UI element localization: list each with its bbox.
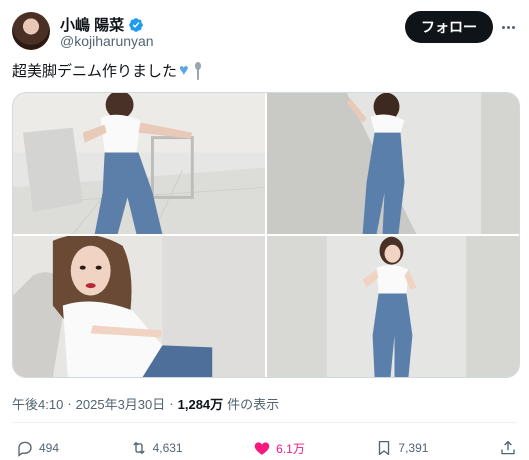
follow-button[interactable]: フォロー [405, 11, 493, 43]
tweet-text-body: 超美脚デニム作りました [12, 63, 178, 80]
tweet-date[interactable]: 2025年3月30日 [76, 394, 166, 413]
retweet-icon [132, 442, 145, 454]
tweet-text: 超美脚デニム作りました ♥ [12, 60, 203, 81]
action-bar: 494 4,631 6.1万 7,391 [16, 436, 517, 460]
blue-heart-emoji-icon: ♥ [179, 61, 189, 79]
share-icon [501, 440, 515, 455]
reply-button[interactable]: 494 [16, 439, 59, 457]
meta-separator: · [67, 396, 72, 411]
media-grid [12, 92, 520, 378]
author-handle[interactable]: @kojiharunyan [60, 33, 154, 49]
divider [12, 422, 517, 423]
share-button[interactable] [499, 439, 517, 457]
author-display-name[interactable]: 小嶋 陽菜 [60, 14, 124, 35]
views-count: 1,284万 [177, 397, 224, 412]
media-photo-1[interactable] [13, 93, 265, 234]
media-photo-4[interactable] [267, 236, 519, 377]
media-photo-2[interactable] [267, 93, 519, 234]
author-name-row: 小嶋 陽菜 [60, 14, 144, 35]
verified-badge-icon [129, 17, 144, 32]
bookmark-count: 7,391 [398, 441, 429, 455]
retweet-count: 4,631 [152, 441, 183, 455]
tweet-time[interactable]: 午後4:10 [12, 394, 63, 413]
like-count: 6.1万 [276, 441, 305, 456]
tweet-meta: 午後4:10 · 2025年3月30日 · 1,284万 件の表示 [12, 394, 279, 413]
more-options-icon[interactable] [499, 18, 517, 36]
reply-icon [18, 441, 32, 457]
reply-count: 494 [39, 441, 60, 455]
bookmark-button[interactable]: 7,391 [375, 439, 428, 457]
meta-separator-2: · [169, 396, 174, 411]
retweet-button[interactable]: 4,631 [130, 439, 183, 457]
avatar[interactable] [12, 12, 50, 50]
like-button[interactable]: 6.1万 [253, 439, 305, 457]
tweet-header: 小嶋 陽菜 @kojiharunyan フォロー [12, 8, 517, 52]
views-label: 件の表示 [227, 397, 280, 412]
media-photo-3[interactable] [13, 236, 265, 377]
heart-filled-icon [254, 442, 270, 455]
bookmark-icon [379, 440, 390, 456]
spoon-emoji-icon [193, 61, 203, 80]
